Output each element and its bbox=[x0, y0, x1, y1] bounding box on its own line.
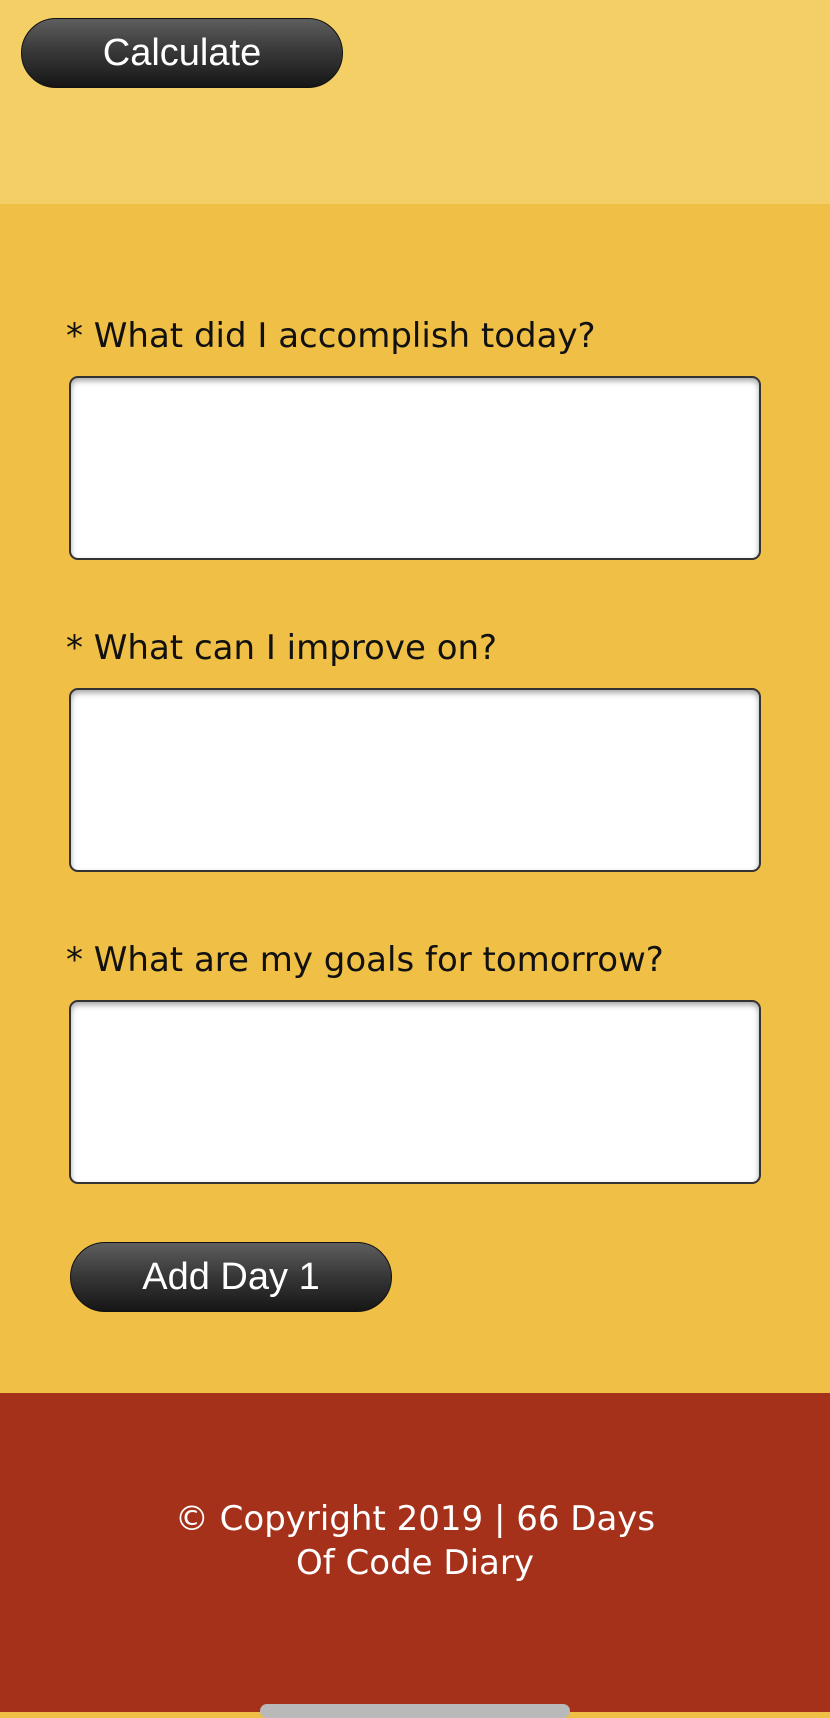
calculate-button[interactable]: Calculate bbox=[21, 18, 343, 88]
copyright-line-2: Of Code Diary bbox=[296, 1543, 534, 1583]
add-day-button[interactable]: Add Day 1 bbox=[70, 1242, 392, 1312]
goals-field[interactable] bbox=[69, 1000, 761, 1184]
improve-label: * What can I improve on? bbox=[66, 628, 498, 668]
home-indicator[interactable] bbox=[260, 1704, 570, 1718]
accomplish-field[interactable] bbox=[69, 376, 761, 560]
improve-field[interactable] bbox=[69, 688, 761, 872]
copyright-line-1: © Copyright 2019 | 66 Days bbox=[174, 1499, 656, 1539]
copyright-text: © Copyright 2019 | 66 Days Of Code Diary bbox=[140, 1497, 690, 1585]
accomplish-label: * What did I accomplish today? bbox=[66, 316, 596, 356]
goals-label: * What are my goals for tomorrow? bbox=[66, 940, 664, 980]
footer: © Copyright 2019 | 66 Days Of Code Diary bbox=[0, 1393, 830, 1712]
